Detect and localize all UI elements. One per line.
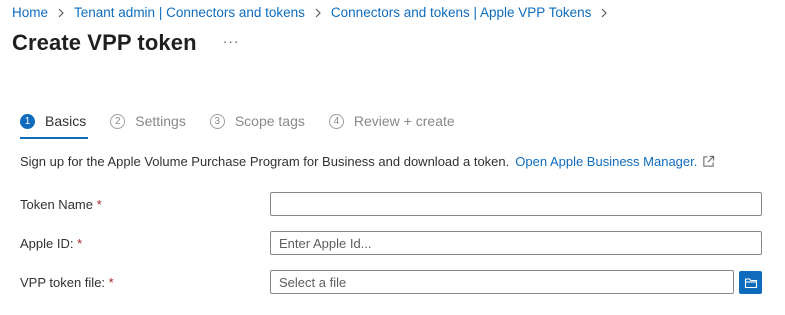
tab-settings[interactable]: 2 Settings: [110, 113, 186, 129]
chevron-right-icon: [313, 8, 323, 18]
intro-text: Sign up for the Apple Volume Purchase Pr…: [20, 154, 510, 169]
breadcrumb-tenant-admin[interactable]: Tenant admin | Connectors and tokens: [74, 5, 305, 20]
active-step-indicator: [20, 137, 89, 139]
step-label: Scope tags: [234, 113, 305, 129]
required-marker: *: [108, 274, 114, 290]
more-options-button[interactable]: ···: [223, 33, 240, 49]
vpp-token-file-label-text: VPP token file:: [20, 274, 106, 290]
vpp-token-file-row: VPP token file: * Select a file: [20, 270, 734, 294]
breadcrumb-vpp-tokens[interactable]: Connectors and tokens | Apple VPP Tokens: [331, 5, 591, 20]
page-title: Create VPP token: [12, 30, 197, 55]
breadcrumb: Home Tenant admin | Connectors and token…: [12, 5, 617, 20]
chevron-right-icon: [56, 8, 66, 18]
vpp-token-file-input[interactable]: Select a file: [270, 270, 734, 294]
step-number: 3: [209, 113, 225, 129]
tab-review-create[interactable]: 4 Review + create: [328, 113, 455, 129]
vpp-token-file-label: VPP token file: *: [20, 275, 270, 290]
apple-business-manager-link[interactable]: Open Apple Business Manager.: [515, 154, 697, 169]
external-link-icon[interactable]: [702, 155, 715, 168]
folder-icon: [744, 277, 757, 288]
step-number: 2: [110, 113, 126, 129]
step-label: Settings: [135, 113, 186, 129]
required-marker: *: [96, 196, 102, 212]
step-label: Basics: [45, 113, 87, 129]
token-name-input[interactable]: [270, 192, 762, 216]
step-label: Review + create: [353, 113, 455, 129]
wizard-steps: 1 Basics 2 Settings 3 Scope tags 4 Revie…: [20, 113, 479, 139]
token-name-label: Token Name *: [20, 197, 270, 212]
breadcrumb-home[interactable]: Home: [12, 5, 48, 20]
browse-file-button[interactable]: [739, 271, 762, 294]
required-marker: *: [77, 235, 83, 251]
chevron-right-icon: [599, 8, 609, 18]
apple-id-row: Apple ID: * Enter Apple Id...: [20, 231, 762, 255]
apple-id-input[interactable]: Enter Apple Id...: [270, 231, 762, 255]
title-row: Create VPP token ···: [12, 30, 240, 56]
step-number: 4: [328, 113, 344, 129]
intro-text-row: Sign up for the Apple Volume Purchase Pr…: [20, 154, 715, 169]
apple-id-label: Apple ID: *: [20, 236, 270, 251]
token-name-label-text: Token Name: [20, 196, 93, 212]
tab-scope-tags[interactable]: 3 Scope tags: [209, 113, 305, 129]
token-name-row: Token Name *: [20, 192, 762, 216]
apple-id-label-text: Apple ID:: [20, 235, 74, 251]
tab-basics[interactable]: 1 Basics: [20, 113, 89, 139]
step-number: 1: [20, 113, 35, 129]
